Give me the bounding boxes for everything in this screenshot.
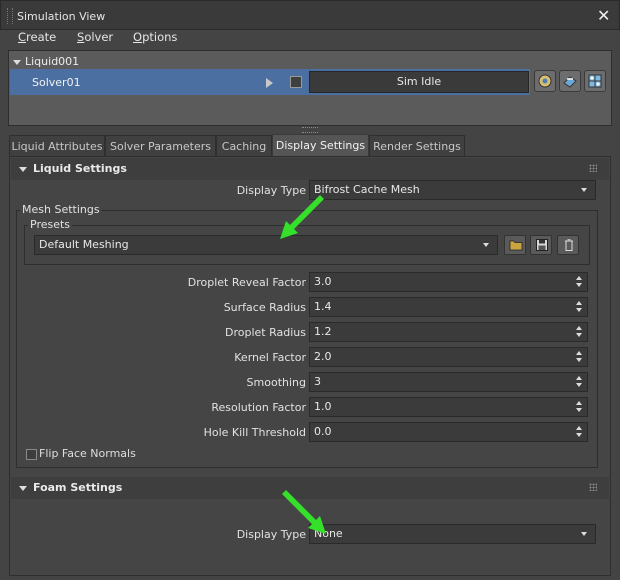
collapse-icon[interactable] bbox=[19, 167, 27, 172]
tab-display-settings[interactable]: Display Settings bbox=[272, 134, 369, 157]
foam-settings-title: Foam Settings bbox=[33, 481, 123, 494]
kernel-factor-value: 2.0 bbox=[314, 350, 332, 363]
save-icon bbox=[536, 239, 548, 251]
drag-grip[interactable] bbox=[7, 8, 13, 24]
tree-root-liquid[interactable]: Liquid001 bbox=[13, 55, 79, 68]
liquid-settings-title: Liquid Settings bbox=[33, 162, 127, 175]
panel-splitter[interactable] bbox=[302, 127, 318, 133]
mesh-tool-button[interactable] bbox=[559, 70, 581, 92]
spinner-arrows-icon[interactable] bbox=[576, 301, 582, 313]
simulation-tree: Liquid001 Solver01 Sim Idle bbox=[8, 50, 612, 126]
resolution-factor-spinner[interactable]: 1.0 bbox=[309, 397, 588, 417]
menu-bar: Create Solver Options bbox=[0, 30, 620, 46]
annotation-arrow-icon bbox=[280, 195, 324, 239]
kernel-factor-label: Kernel Factor bbox=[234, 351, 306, 364]
display-type-value: Bifrost Cache Mesh bbox=[314, 183, 420, 196]
presets-label: Presets bbox=[28, 218, 73, 231]
menu-solver[interactable]: Solver bbox=[77, 30, 113, 44]
hole-kill-threshold-value: 0.0 bbox=[314, 425, 332, 438]
tab-solver-parameters[interactable]: Solver Parameters bbox=[105, 135, 216, 157]
open-preset-button[interactable] bbox=[504, 235, 526, 255]
droplet-radius-value: 1.2 bbox=[314, 325, 332, 338]
smoothing-value: 3 bbox=[314, 375, 321, 388]
solver-checkbox[interactable] bbox=[290, 76, 302, 88]
flip-face-normals-label: Flip Face Normals bbox=[39, 447, 136, 460]
grip-icon[interactable] bbox=[589, 164, 597, 172]
resolution-factor-value: 1.0 bbox=[314, 400, 332, 413]
solver-name: Solver01 bbox=[32, 76, 81, 89]
grid-tool-icon bbox=[588, 74, 602, 88]
smoothing-spinner[interactable]: 3 bbox=[309, 372, 588, 392]
droplet-reveal-factor-spinner[interactable]: 3.0 bbox=[309, 272, 588, 292]
save-preset-button[interactable] bbox=[530, 235, 552, 255]
grip-icon[interactable] bbox=[589, 483, 597, 491]
delete-icon bbox=[565, 239, 573, 251]
chevron-down-icon bbox=[483, 243, 489, 247]
spinner-arrows-icon[interactable] bbox=[576, 326, 582, 338]
grid-tool-button[interactable] bbox=[584, 70, 606, 92]
chevron-down-icon bbox=[581, 188, 587, 192]
delete-preset-button[interactable] bbox=[557, 235, 579, 255]
surface-radius-value: 1.4 bbox=[314, 300, 332, 313]
solver-tool-button[interactable] bbox=[534, 70, 556, 92]
menu-options[interactable]: Options bbox=[133, 30, 177, 44]
kernel-factor-spinner[interactable]: 2.0 bbox=[309, 347, 588, 367]
folder-icon bbox=[509, 240, 523, 251]
expand-icon[interactable] bbox=[13, 59, 21, 65]
sim-status: Sim Idle bbox=[309, 71, 529, 93]
spinner-arrows-icon[interactable] bbox=[576, 376, 582, 388]
droplet-radius-spinner[interactable]: 1.2 bbox=[309, 322, 588, 342]
annotation-arrow-icon bbox=[282, 490, 326, 534]
collapse-icon[interactable] bbox=[19, 486, 27, 491]
hole-kill-threshold-label: Hole Kill Threshold bbox=[203, 426, 306, 439]
flip-face-normals-checkbox[interactable] bbox=[26, 449, 37, 460]
window-title: Simulation View bbox=[17, 10, 106, 23]
spinner-arrows-icon[interactable] bbox=[576, 276, 582, 288]
droplet-reveal-factor-label: Droplet Reveal Factor bbox=[187, 276, 306, 289]
tab-render-settings[interactable]: Render Settings bbox=[369, 135, 465, 157]
solver-tool-icon bbox=[538, 74, 552, 88]
spinner-arrows-icon[interactable] bbox=[576, 351, 582, 363]
preset-dropdown[interactable]: Default Meshing bbox=[34, 235, 498, 255]
smoothing-label: Smoothing bbox=[246, 376, 306, 389]
close-icon[interactable]: ✕ bbox=[597, 6, 610, 25]
chevron-down-icon bbox=[581, 532, 587, 536]
display-type-dropdown[interactable]: Bifrost Cache Mesh bbox=[309, 180, 596, 200]
tab-liquid-attributes[interactable]: Liquid Attributes bbox=[9, 135, 105, 157]
resolution-factor-label: Resolution Factor bbox=[211, 401, 306, 414]
foam-display-type-label: Display Type bbox=[236, 528, 306, 541]
menu-create[interactable]: Create bbox=[18, 30, 56, 44]
droplet-radius-label: Droplet Radius bbox=[225, 326, 306, 339]
hole-kill-threshold-spinner[interactable]: 0.0 bbox=[309, 422, 588, 442]
spinner-arrows-icon[interactable] bbox=[576, 426, 582, 438]
droplet-reveal-factor-value: 3.0 bbox=[314, 275, 332, 288]
window-titlebar: Simulation View ✕ bbox=[0, 0, 620, 30]
mesh-tool-icon bbox=[563, 76, 577, 88]
surface-radius-label: Surface Radius bbox=[223, 301, 306, 314]
spinner-arrows-icon[interactable] bbox=[576, 401, 582, 413]
preset-value: Default Meshing bbox=[39, 238, 129, 251]
mesh-settings-label: Mesh Settings bbox=[20, 203, 102, 216]
liquid-settings-header[interactable]: Liquid Settings bbox=[11, 158, 609, 180]
foam-display-type-dropdown[interactable]: None bbox=[309, 524, 596, 544]
tab-caching[interactable]: Caching bbox=[216, 135, 272, 157]
surface-radius-spinner[interactable]: 1.4 bbox=[309, 297, 588, 317]
play-icon[interactable] bbox=[266, 78, 273, 88]
